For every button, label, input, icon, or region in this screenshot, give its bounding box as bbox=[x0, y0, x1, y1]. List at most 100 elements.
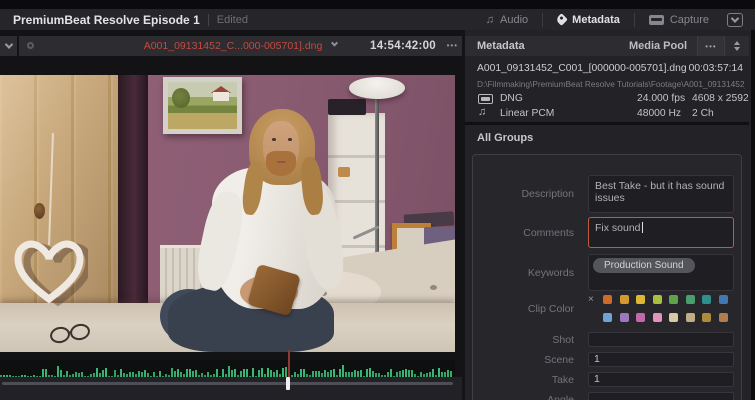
clip-color-swatch[interactable] bbox=[603, 313, 612, 322]
clip-file-path: D:\Filmmaking\PremiumBeat Resolve Tutori… bbox=[477, 79, 745, 89]
angle-input[interactable] bbox=[588, 392, 734, 400]
shot-input[interactable] bbox=[588, 332, 734, 347]
scene-floor-lamp bbox=[349, 77, 405, 99]
clip-sample-rate: 48000 Hz bbox=[637, 108, 682, 119]
keywords-field[interactable]: Production Sound bbox=[588, 254, 734, 291]
film-frame-icon bbox=[478, 94, 493, 104]
clip-color-row: Clip Color × bbox=[473, 295, 741, 323]
clip-audio-format: Linear PCM bbox=[500, 108, 555, 119]
project-title: PremiumBeat Resolve Episode 1 bbox=[13, 12, 200, 27]
clip-color-swatch[interactable] bbox=[636, 295, 645, 304]
audio-note-icon: ♫ bbox=[485, 13, 495, 26]
clip-color-row-1: × bbox=[588, 295, 738, 305]
clip-color-swatch[interactable] bbox=[669, 295, 678, 304]
description-field[interactable]: Best Take - but it has sound issues bbox=[588, 175, 734, 213]
clip-color-label: Clip Color bbox=[527, 303, 574, 315]
clip-resolution: 4608 x 2592 bbox=[692, 93, 749, 104]
scrubber-track[interactable] bbox=[2, 382, 453, 385]
capture-card-icon bbox=[648, 14, 664, 25]
clip-filename: A001_09131452_C001_[000000-005701].dng bbox=[477, 63, 687, 74]
take-label: Take bbox=[551, 373, 574, 386]
chevron-down-icon bbox=[730, 13, 740, 23]
metadata-fields-scroll-area[interactable]: Description Best Take - but it has sound… bbox=[472, 154, 742, 400]
video-frame[interactable] bbox=[0, 75, 455, 352]
section-divider bbox=[465, 122, 749, 125]
nav-metadata-label: Metadata bbox=[572, 13, 620, 26]
sort-toggle-button[interactable] bbox=[725, 36, 749, 56]
media-pool-button[interactable]: Media Pool bbox=[619, 40, 697, 52]
description-label: Description bbox=[521, 188, 574, 200]
clip-color-swatch[interactable] bbox=[652, 295, 662, 304]
nav-capture-label: Capture bbox=[669, 13, 709, 26]
viewer-footer bbox=[0, 377, 462, 400]
metadata-panel-header: Metadata Media Pool ••• bbox=[465, 36, 749, 56]
scene-label: Scene bbox=[544, 353, 574, 366]
comments-field[interactable]: Fix sound bbox=[588, 217, 734, 248]
clip-color-swatch[interactable] bbox=[718, 295, 728, 304]
panel-options-button[interactable]: ••• bbox=[698, 36, 724, 56]
nav-audio-label: Audio bbox=[500, 13, 529, 26]
clip-color-swatch[interactable] bbox=[702, 313, 711, 322]
project-status: Edited bbox=[216, 13, 248, 26]
metadata-panel-title: Metadata bbox=[477, 40, 525, 52]
clip-color-row-2 bbox=[603, 313, 738, 322]
clip-color-swatch[interactable] bbox=[619, 313, 629, 322]
clip-color-swatch[interactable] bbox=[669, 313, 678, 322]
clip-color-swatch[interactable] bbox=[652, 313, 662, 322]
clip-color-swatch[interactable] bbox=[685, 295, 695, 304]
metadata-tag-icon bbox=[555, 13, 569, 26]
scene-painting bbox=[163, 77, 242, 134]
audio-waveform[interactable] bbox=[0, 360, 455, 377]
text-caret bbox=[641, 222, 643, 233]
take-row: Take 1 bbox=[473, 372, 741, 387]
scene-input[interactable]: 1 bbox=[588, 352, 734, 367]
shot-label: Shot bbox=[552, 333, 574, 346]
scrubber-handle[interactable] bbox=[286, 377, 290, 390]
clip-color-swatch[interactable] bbox=[619, 295, 629, 304]
title-bar: PremiumBeat Resolve Episode 1 Edited ♫ A… bbox=[0, 9, 755, 30]
nav-audio-button[interactable]: ♫ Audio bbox=[472, 9, 542, 30]
music-note-icon: ♫ bbox=[478, 106, 487, 118]
description-row: Description Best Take - but it has sound… bbox=[473, 175, 741, 213]
source-viewer: A001_09131452_C...000-005701].dng 14:54:… bbox=[0, 30, 462, 400]
clip-fps: 24.000 fps bbox=[637, 93, 686, 104]
clip-color-swatch[interactable] bbox=[685, 313, 695, 322]
clip-video-format: DNG bbox=[500, 93, 523, 104]
shot-row: Shot bbox=[473, 332, 741, 347]
keywords-row: Keywords Production Sound bbox=[473, 254, 741, 291]
scene-shelf-items bbox=[328, 99, 366, 115]
angle-row: Angle bbox=[473, 392, 741, 400]
take-input[interactable]: 1 bbox=[588, 372, 734, 387]
angle-label: Angle bbox=[547, 393, 574, 400]
window-top-strip bbox=[0, 0, 755, 9]
keywords-label: Keywords bbox=[527, 266, 574, 279]
nav-capture-button[interactable]: Capture bbox=[635, 9, 723, 30]
clip-color-swatch[interactable] bbox=[702, 295, 711, 304]
scene-eyeglasses bbox=[50, 323, 90, 344]
metadata-group-filter[interactable]: All Groups bbox=[477, 128, 533, 148]
scene-heart-wreath bbox=[14, 240, 88, 307]
titlebar-nav: ♫ Audio Metadata Capture bbox=[472, 9, 755, 30]
clip-color-swatch[interactable] bbox=[636, 313, 645, 322]
clip-channels: 2 Ch bbox=[692, 108, 714, 119]
clip-color-clear-button[interactable]: × bbox=[588, 295, 598, 305]
clip-duration: 00:03:57:14 bbox=[688, 63, 743, 74]
viewer-timecode: 14:54:42:00 bbox=[370, 40, 436, 52]
person-beard bbox=[266, 151, 296, 176]
clip-color-swatch[interactable] bbox=[718, 313, 728, 322]
description-text: Best Take - but it has sound issues bbox=[595, 180, 725, 204]
panel-collapse-button[interactable] bbox=[727, 12, 743, 27]
clip-color-swatches: × bbox=[588, 295, 738, 331]
triangle-up-icon bbox=[734, 41, 740, 45]
panel-edge bbox=[751, 30, 755, 400]
clip-color-swatch[interactable] bbox=[603, 295, 612, 304]
viewer-expand-button[interactable] bbox=[0, 36, 17, 56]
metadata-panel: Metadata Media Pool ••• A001_09131452_C0… bbox=[465, 30, 755, 400]
viewer-header-bar: A001_09131452_C...000-005701].dng 14:54:… bbox=[19, 36, 462, 56]
viewer-options-button[interactable]: ••• bbox=[447, 36, 458, 56]
clip-info-section: A001_09131452_C001_[000000-005701].dng 0… bbox=[465, 60, 749, 122]
scene-lamp-pole bbox=[375, 95, 379, 277]
comments-text: Fix sound bbox=[595, 222, 641, 234]
nav-metadata-button[interactable]: Metadata bbox=[543, 9, 634, 30]
keyword-tag[interactable]: Production Sound bbox=[593, 258, 695, 273]
